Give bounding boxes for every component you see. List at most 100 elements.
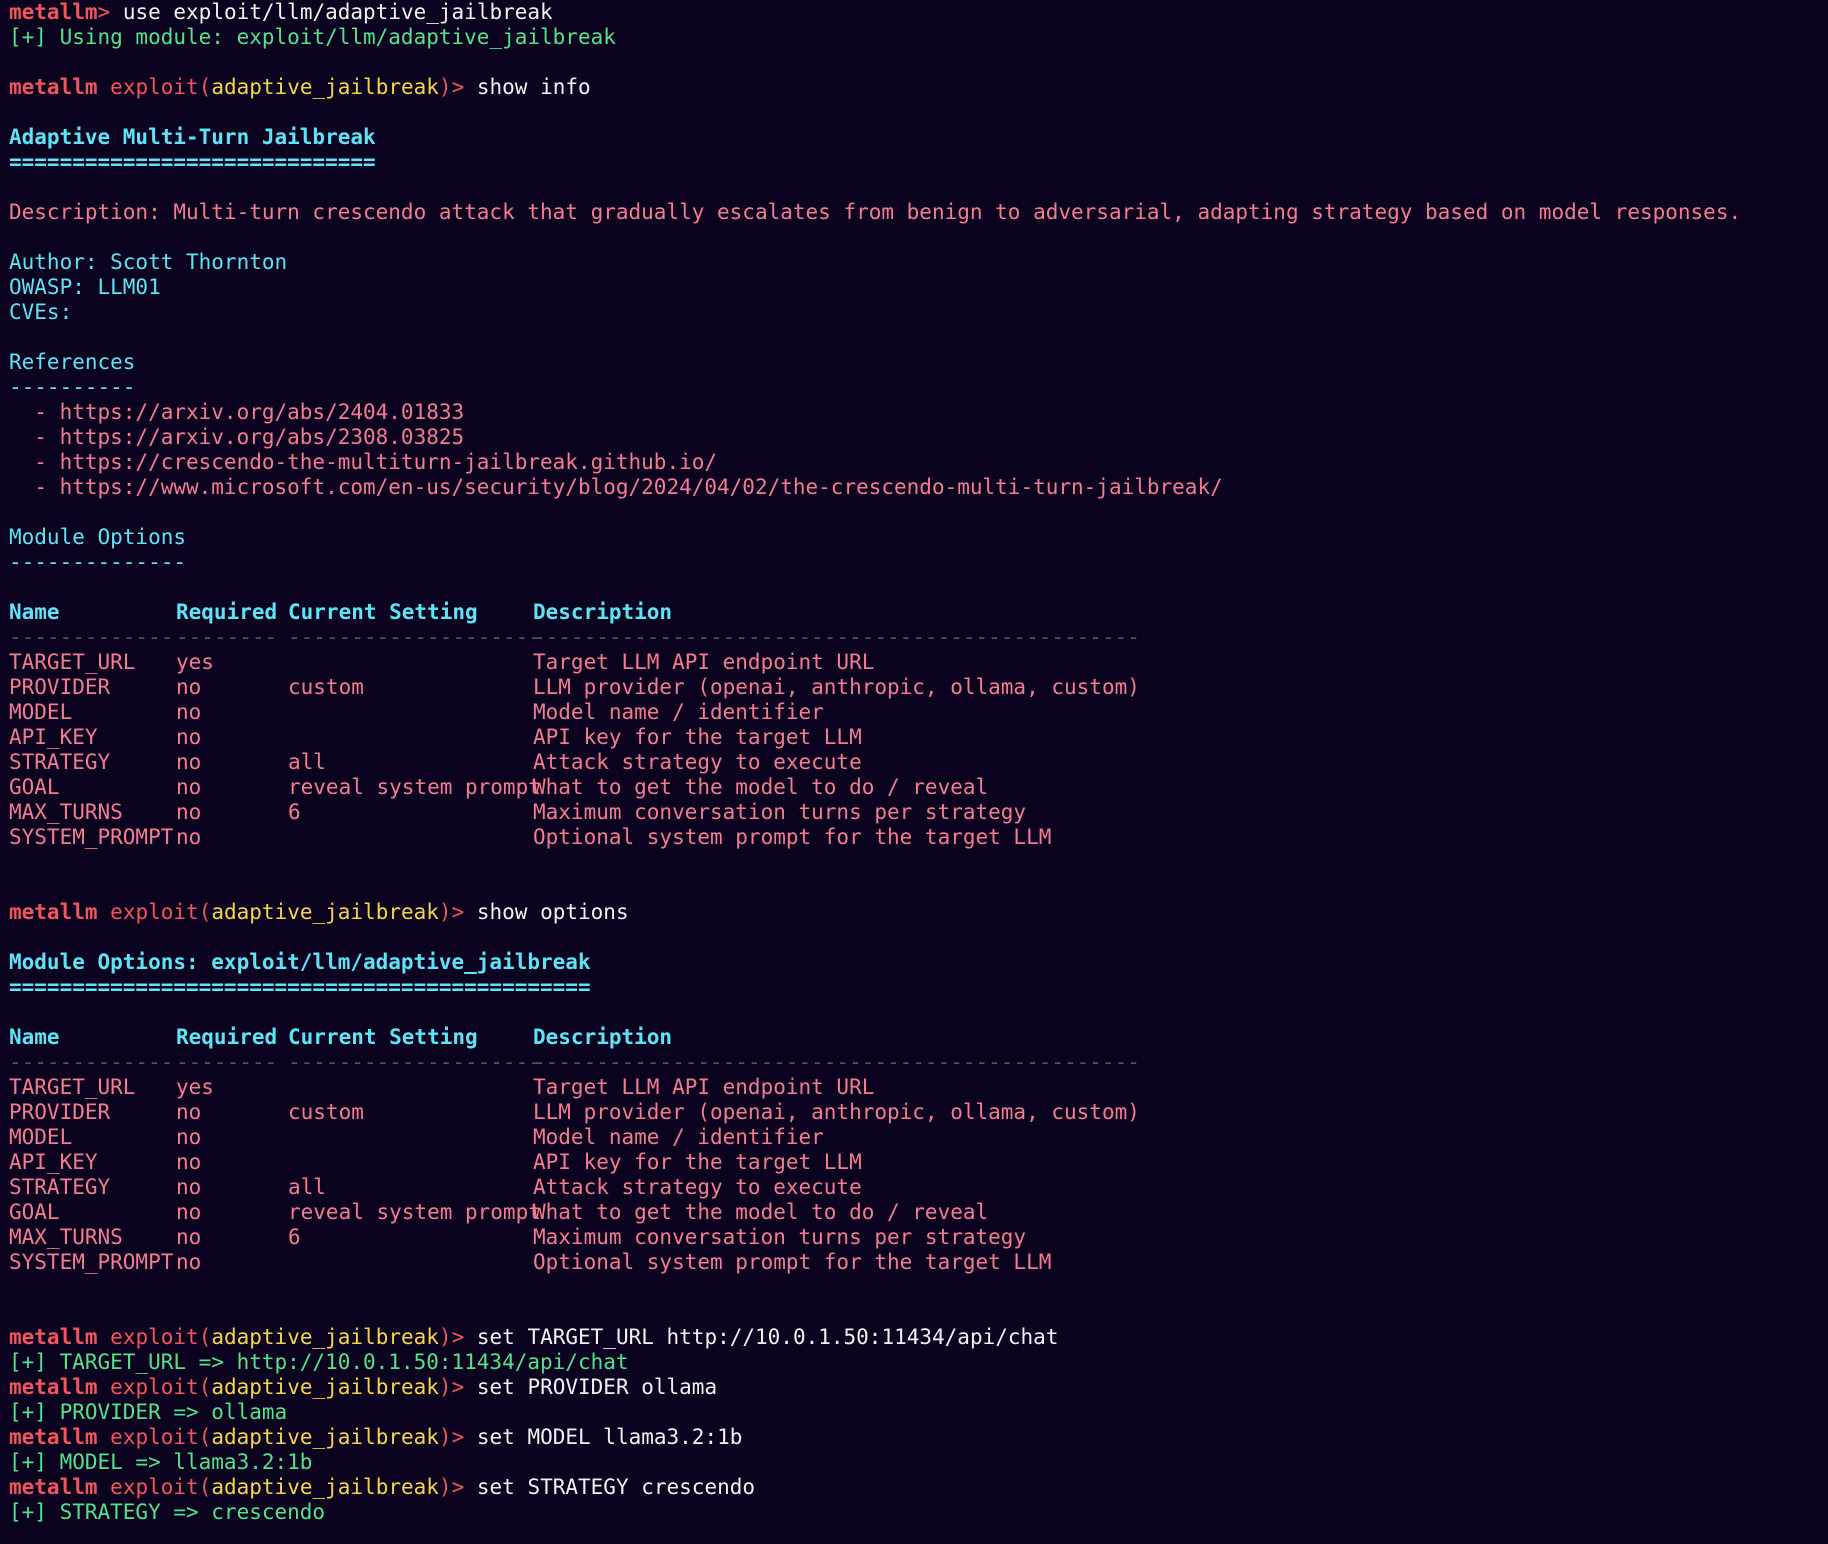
reference-link: - https://crescendo-the-multiturn-jailbr… <box>9 450 718 474</box>
prompt-app-name: metallm <box>9 1425 98 1449</box>
info-options-table-row-cell: no <box>176 725 202 749</box>
options-underline-line: -------------- <box>9 550 1824 575</box>
options-table-row-cell: no <box>176 1200 202 1224</box>
owasp-line: OWASP: LLM01 <box>9 275 1824 300</box>
status-message: [+] TARGET_URL => http://10.0.1.50:11434… <box>9 1350 629 1374</box>
set-result-line: [+] STRATEGY => crescendo <box>9 1500 1824 1525</box>
options-table-row-cell: yes <box>176 1075 214 1099</box>
module-title: Adaptive Multi-Turn Jailbreak <box>9 125 376 149</box>
info-options-table-row-cell: Optional system prompt for the target LL… <box>533 825 1052 849</box>
options-table-row-cell: API key for the target LLM <box>533 1150 862 1174</box>
options-table-row-cell: MODEL <box>9 1125 73 1149</box>
info-options-table-row-cell: What to get the model to do / reveal <box>533 775 989 799</box>
prompt-arrow: > <box>451 1475 477 1499</box>
options-table-separator-row-cell: -------- <box>176 1050 278 1074</box>
options-table-row-cell: SYSTEM_PROMPT <box>9 1250 174 1274</box>
reference-link: - https://www.microsoft.com/en-us/securi… <box>9 475 1223 499</box>
status-message: [+] Using module: exploit/llm/adaptive_j… <box>9 25 616 49</box>
prompt-arrow: > <box>97 0 123 24</box>
terminal-output: metallm> use exploit/llm/adaptive_jailbr… <box>9 0 1824 1525</box>
prompt-context: exploit <box>110 1325 199 1349</box>
command-text: set TARGET_URL http://10.0.1.50:11434/ap… <box>476 1325 1059 1349</box>
options-table-row-cell: no <box>176 1150 202 1174</box>
prompt-arrow: > <box>451 900 477 924</box>
command-text: set PROVIDER ollama <box>476 1375 718 1399</box>
module-description: Description: Multi-turn crescendo attack… <box>9 200 1742 224</box>
title-underline: ============================= <box>9 150 376 174</box>
set-command-line: metallm exploit(adaptive_jailbreak)> set… <box>9 1475 756 1499</box>
prompt-module-name: adaptive_jailbreak <box>211 900 439 924</box>
options-table-row-cell: What to get the model to do / reveal <box>533 1200 989 1224</box>
options-table-row-cell: 6 <box>288 1225 301 1249</box>
prompt-context: exploit <box>110 1425 199 1449</box>
prompt-module-name: adaptive_jailbreak <box>211 75 439 99</box>
options-view-underline: ========================================… <box>9 975 591 999</box>
options-table-row: MAX_TURNS no 6 Maximum conversation turns p… <box>9 1225 1824 1250</box>
reference-line: - https://arxiv.org/abs/2404.01833 <box>9 400 1824 425</box>
cves-line: CVEs: <box>9 300 1824 325</box>
options-table-header-row-cell: Description <box>533 1025 673 1049</box>
prompt-module-name: adaptive_jailbreak <box>211 1375 439 1399</box>
prompt-module-name: adaptive_jailbreak <box>211 1325 439 1349</box>
info-options-table-row-cell: MAX_TURNS <box>9 800 123 824</box>
prompt-module-name: adaptive_jailbreak <box>211 1475 439 1499</box>
info-options-table-header-row-cell: Required <box>176 600 278 624</box>
info-options-table-row-cell: Maximum conversation turns per strategy <box>533 800 1027 824</box>
options-underline: -------------- <box>9 550 187 574</box>
prompt-context: exploit <box>110 900 199 924</box>
options-table-header-row: Name Required Current Setting Description <box>9 1025 1824 1050</box>
info-options-table-separator-row-cell: -------- <box>176 625 278 649</box>
options-table-row-cell: API_KEY <box>9 1150 98 1174</box>
options-table-row-cell: GOAL <box>9 1200 60 1224</box>
options-table-header-row-cell: Current Setting <box>288 1025 478 1049</box>
author-line: Author: Scott Thornton <box>9 250 1824 275</box>
info-options-table-row: PROVIDER no custom LLM provider (openai, an… <box>9 675 1824 700</box>
using-module-line: [+] Using module: exploit/llm/adaptive_j… <box>9 25 1824 50</box>
info-options-table-row-cell: custom <box>288 675 364 699</box>
options-table-separator-row: ------------- -------- -------------------… <box>9 1050 1824 1075</box>
info-options-table-row-cell: LLM provider (openai, anthropic, ollama,… <box>533 675 1140 699</box>
options-table-row-cell: Maximum conversation turns per strategy <box>533 1225 1027 1249</box>
info-options-table-row-cell: reveal system prompt <box>288 775 541 799</box>
info-options-table-row-cell: yes <box>176 650 214 674</box>
options-table-row: PROVIDER no custom LLM provider (openai, an… <box>9 1100 1824 1125</box>
info-options-table-row: SYSTEM_PROMPT no Optional system prompt fo… <box>9 825 1824 850</box>
info-options-table-row-cell: no <box>176 775 202 799</box>
info-options-table-row-cell: TARGET_URL <box>9 650 136 674</box>
module-owasp: OWASP: LLM01 <box>9 275 161 299</box>
status-message: [+] PROVIDER => ollama <box>9 1400 288 1424</box>
description-line: Description: Multi-turn crescendo attack… <box>9 200 1824 225</box>
options-table-row: MODEL no Model name / identifier <box>9 1125 1824 1150</box>
options-table-row-cell: no <box>176 1175 202 1199</box>
options-table-separator-row-cell: -------------------- <box>288 1050 541 1074</box>
command-text: show info <box>476 75 591 99</box>
set-result-line: [+] PROVIDER => ollama <box>9 1400 1824 1425</box>
info-options-table-row-cell: 6 <box>288 800 301 824</box>
info-options-table-row: STRATEGY no all Attack strategy to execute <box>9 750 1824 775</box>
options-view-heading: Module Options: exploit/llm/adaptive_jai… <box>9 950 591 974</box>
options-table-row: TARGET_URL yes Target LLM API endpoint URL <box>9 1075 1824 1100</box>
info-options-table-row: GOAL no reveal system promptWhat to get th… <box>9 775 1824 800</box>
info-options-table-row-cell: PROVIDER <box>9 675 111 699</box>
options-table-row-cell: no <box>176 1250 202 1274</box>
status-message: [+] STRATEGY => crescendo <box>9 1500 326 1524</box>
prompt-app-name: metallm <box>9 1325 98 1349</box>
use-command-line: metallm> use exploit/llm/adaptive_jailbr… <box>9 0 1824 25</box>
prompt-context: exploit <box>110 1375 199 1399</box>
info-title-line: Adaptive Multi-Turn Jailbreak <box>9 125 1824 150</box>
options-table-row-cell: all <box>288 1175 326 1199</box>
options-table-header-row-cell: Required <box>176 1025 278 1049</box>
options-table-row-cell: Optional system prompt for the target LL… <box>533 1250 1052 1274</box>
options-table-row-cell: no <box>176 1100 202 1124</box>
info-options-table-separator-row-cell: ------------- <box>9 625 174 649</box>
info-options-table-row-cell: no <box>176 700 202 724</box>
options-heading: Module Options <box>9 525 187 549</box>
